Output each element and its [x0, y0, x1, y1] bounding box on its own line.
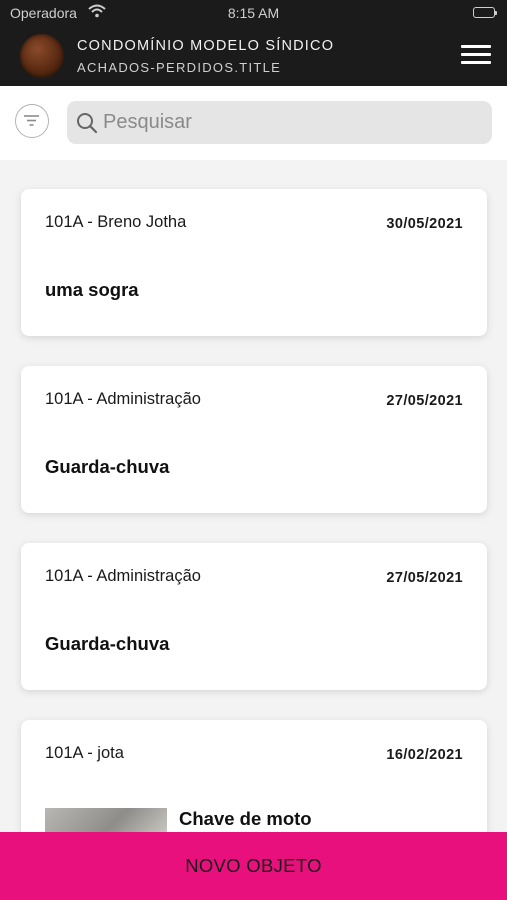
list-item[interactable]: 101A - Administração 27/05/2021 Guarda-c…	[21, 366, 487, 513]
item-owner: 101A - Administração	[45, 567, 201, 585]
page-title: CONDOMÍNIO MODELO SÍNDICO	[77, 38, 335, 54]
status-bar: Operadora 8:15 AM	[0, 0, 507, 28]
search-input[interactable]	[103, 101, 473, 144]
hamburger-menu-icon[interactable]	[461, 45, 491, 67]
app-header: CONDOMÍNIO MODELO SÍNDICO ACHADOS-PERDID…	[0, 28, 507, 86]
item-photo	[45, 808, 167, 832]
item-name: Chave de moto	[179, 808, 312, 829]
item-date: 27/05/2021	[386, 393, 463, 409]
list-item[interactable]: 101A - Administração 27/05/2021 Guarda-c…	[21, 543, 487, 690]
status-time: 8:15 AM	[227, 5, 280, 21]
item-owner: 101A - Administração	[45, 390, 201, 408]
item-name: uma sogra	[45, 279, 139, 300]
new-object-button[interactable]: NOVO OBJETO	[0, 832, 507, 900]
filter-icon	[24, 115, 39, 126]
battery-icon	[473, 7, 497, 18]
list-item[interactable]: 101A - Breno Jotha 30/05/2021 uma sogra	[21, 189, 487, 336]
item-date: 16/02/2021	[386, 747, 463, 763]
item-date: 30/05/2021	[386, 216, 463, 232]
search-field	[67, 101, 492, 144]
page-subtitle: ACHADOS-PERDIDOS.TITLE	[77, 60, 282, 75]
item-date: 27/05/2021	[386, 570, 463, 586]
item-owner: 101A - jota	[45, 744, 124, 762]
list-item[interactable]: 101A - jota 16/02/2021 Chave de moto	[21, 720, 487, 832]
search-row	[0, 86, 507, 160]
avatar[interactable]	[20, 34, 64, 78]
item-name: Guarda-chuva	[45, 633, 170, 654]
search-icon	[77, 113, 98, 134]
filter-button[interactable]	[15, 104, 49, 138]
items-list: 101A - Breno Jotha 30/05/2021 uma sogra …	[0, 160, 507, 832]
item-owner: 101A - Breno Jotha	[45, 213, 187, 231]
item-name: Guarda-chuva	[45, 456, 170, 477]
